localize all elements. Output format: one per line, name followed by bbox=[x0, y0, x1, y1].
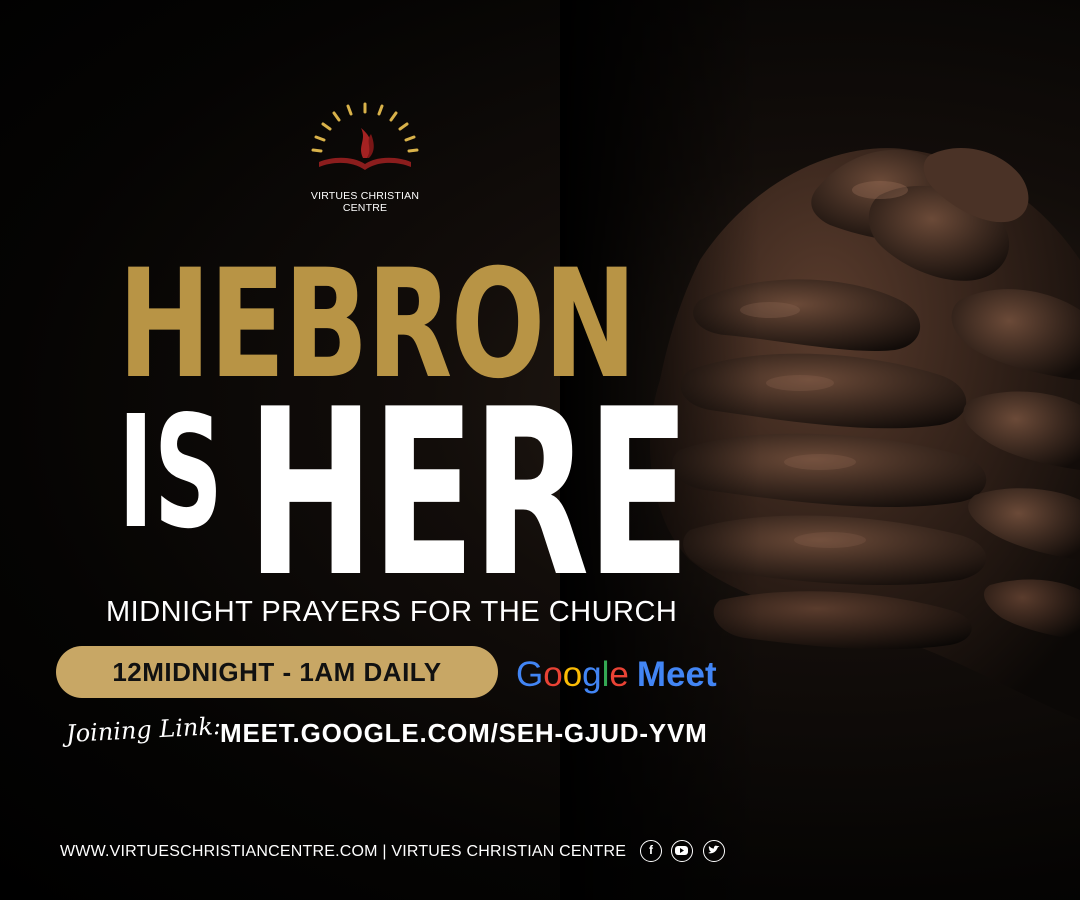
google-letter: o bbox=[562, 655, 583, 694]
poster: VIRTUES CHRISTIAN CENTRE HEBRON IS HERE … bbox=[0, 0, 1080, 900]
subtitle: MIDNIGHT PRAYERS FOR THE CHURCH bbox=[106, 596, 678, 628]
youtube-icon[interactable] bbox=[671, 840, 693, 862]
google-letter: G bbox=[516, 655, 544, 694]
headline-is: IS bbox=[118, 382, 223, 563]
google-letter: e bbox=[609, 655, 629, 694]
google-letter: g bbox=[582, 655, 602, 694]
meet-word: Meet bbox=[636, 655, 717, 694]
church-logo: VIRTUES CHRISTIAN CENTRE bbox=[290, 100, 440, 214]
facebook-icon[interactable]: f bbox=[640, 840, 662, 862]
twitter-icon[interactable] bbox=[703, 840, 725, 862]
headline-here: HERE bbox=[247, 361, 690, 628]
logo-org-name: VIRTUES CHRISTIAN CENTRE bbox=[310, 190, 420, 214]
joining-link-url[interactable]: MEET.GOOGLE.COM/SEH-GJUD-YVM bbox=[220, 718, 708, 749]
schedule-badge: 12MIDNIGHT - 1AM DAILY bbox=[56, 646, 498, 698]
google-meet-logo: Google Meet bbox=[516, 650, 717, 700]
google-letter: o bbox=[543, 655, 563, 694]
footer-text: WWW.VIRTUESCHRISTIANCENTRE.COM | VIRTUES… bbox=[60, 843, 627, 860]
flame-book-sunrise-icon bbox=[311, 102, 419, 170]
